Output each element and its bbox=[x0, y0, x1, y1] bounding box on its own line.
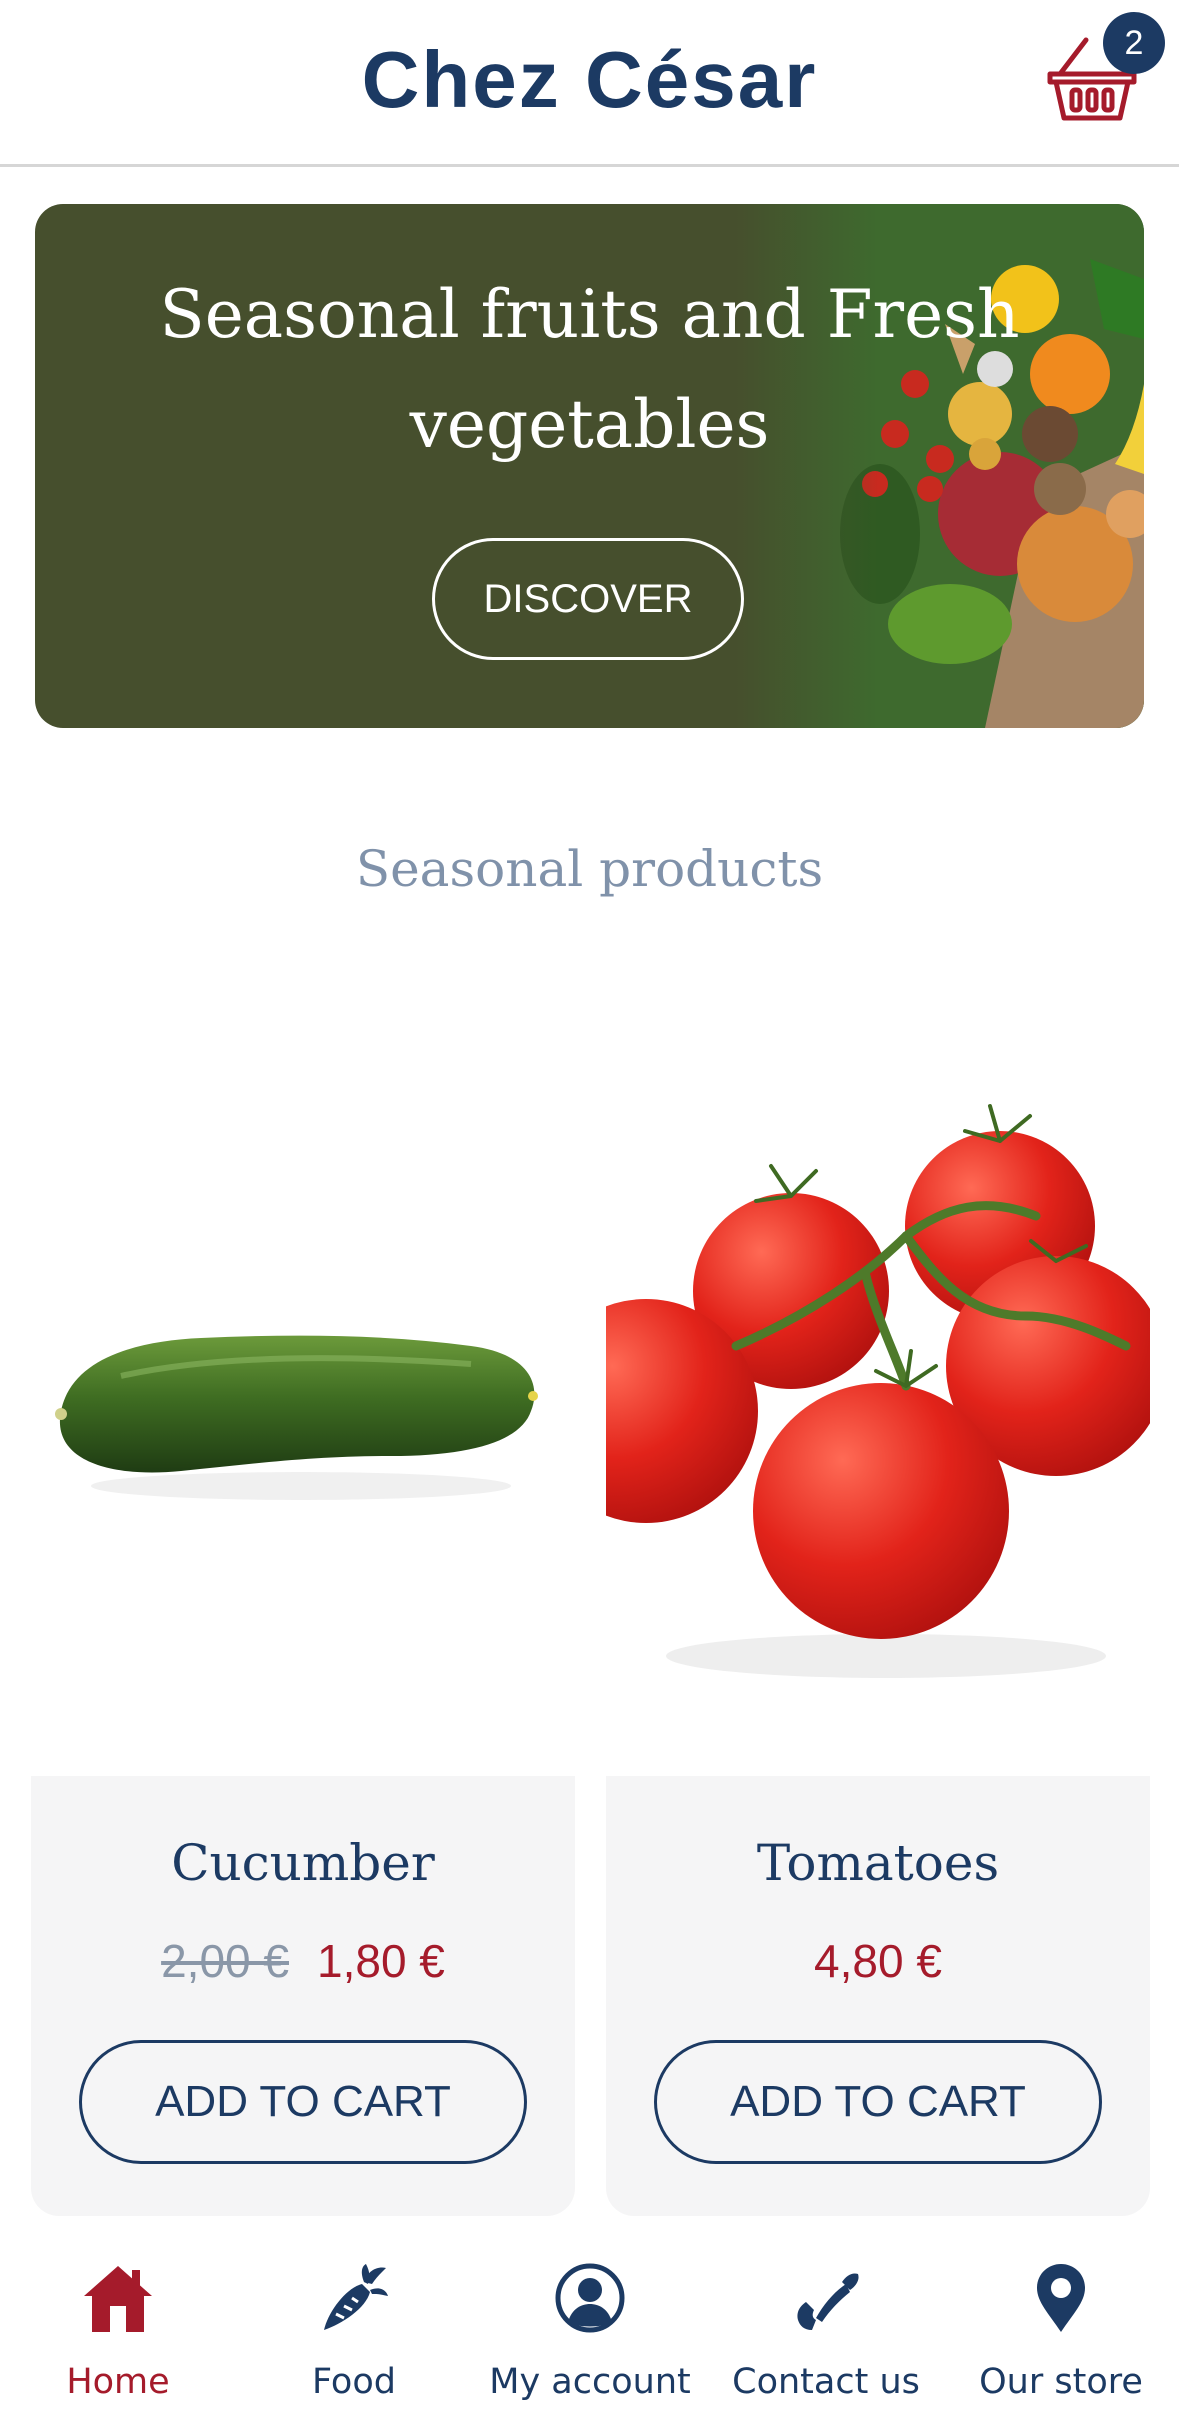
carrot-icon bbox=[324, 2264, 388, 2330]
nav-item-our-store[interactable]: Our store bbox=[943, 2236, 1179, 2436]
price: 4,80 € bbox=[814, 1935, 942, 1987]
old-price: 2,00 € bbox=[161, 1935, 289, 1987]
nav-item-food[interactable]: Food bbox=[236, 2236, 472, 2436]
product-name: Tomatoes bbox=[756, 1834, 1000, 1892]
nav-label-home: Home bbox=[66, 2362, 170, 2402]
add-to-cart-button[interactable]: ADD TO CART bbox=[654, 2040, 1102, 2164]
home-icon bbox=[84, 2266, 152, 2332]
nav-label-my-account: My account bbox=[489, 2362, 691, 2402]
price: 1,80 € bbox=[317, 1935, 445, 1987]
cart-count-badge: 2 bbox=[1103, 12, 1165, 74]
nav-label-our-store: Our store bbox=[979, 2362, 1143, 2402]
product-name: Cucumber bbox=[171, 1834, 435, 1892]
discover-button[interactable]: DISCOVER bbox=[432, 538, 744, 660]
hero-banner: Seasonal fruits and Fresh vegetables DIS… bbox=[35, 204, 1144, 728]
app-title: Chez César bbox=[361, 35, 818, 124]
hero-title-line-1: Seasonal fruits and Fresh bbox=[159, 276, 1020, 353]
hero-title-line-2: vegetables bbox=[409, 386, 770, 463]
product-card: Cucumber 2,00 € 1,80 € ADD TO CART bbox=[31, 1016, 575, 2216]
price-row: 2,00 € 1,80 € bbox=[31, 1934, 575, 1988]
nav-label-contact-us: Contact us bbox=[732, 2362, 920, 2402]
nav-item-contact-us[interactable]: Contact us bbox=[708, 2236, 944, 2436]
product-info: Tomatoes 4,80 € ADD TO CART bbox=[606, 1776, 1150, 2216]
product-image[interactable] bbox=[534, 1016, 1166, 1776]
map-pin-icon bbox=[1037, 2264, 1085, 2332]
phone-icon bbox=[797, 2273, 859, 2330]
cucumber-image bbox=[55, 1335, 538, 1500]
app-header: Chez César 2 bbox=[0, 0, 1179, 167]
add-to-cart-button[interactable]: ADD TO CART bbox=[79, 2040, 527, 2164]
section-title: Seasonal products bbox=[355, 840, 824, 898]
bottom-nav: Home Food My account Contact us Our stor… bbox=[0, 2236, 1179, 2436]
product-info: Cucumber 2,00 € 1,80 € ADD TO CART bbox=[31, 1776, 575, 2216]
product-image[interactable] bbox=[31, 1016, 575, 1776]
product-card: Tomatoes 4,80 € ADD TO CART bbox=[534, 1016, 1166, 2216]
tomatoes-image bbox=[534, 1104, 1166, 1678]
nav-item-my-account[interactable]: My account bbox=[472, 2236, 708, 2436]
price-row: 4,80 € bbox=[606, 1934, 1150, 1988]
nav-item-home[interactable]: Home bbox=[0, 2236, 236, 2436]
user-icon bbox=[555, 2263, 625, 2333]
nav-label-food: Food bbox=[312, 2362, 396, 2402]
hero-title: Seasonal fruits and Fresh vegetables bbox=[35, 260, 1144, 480]
